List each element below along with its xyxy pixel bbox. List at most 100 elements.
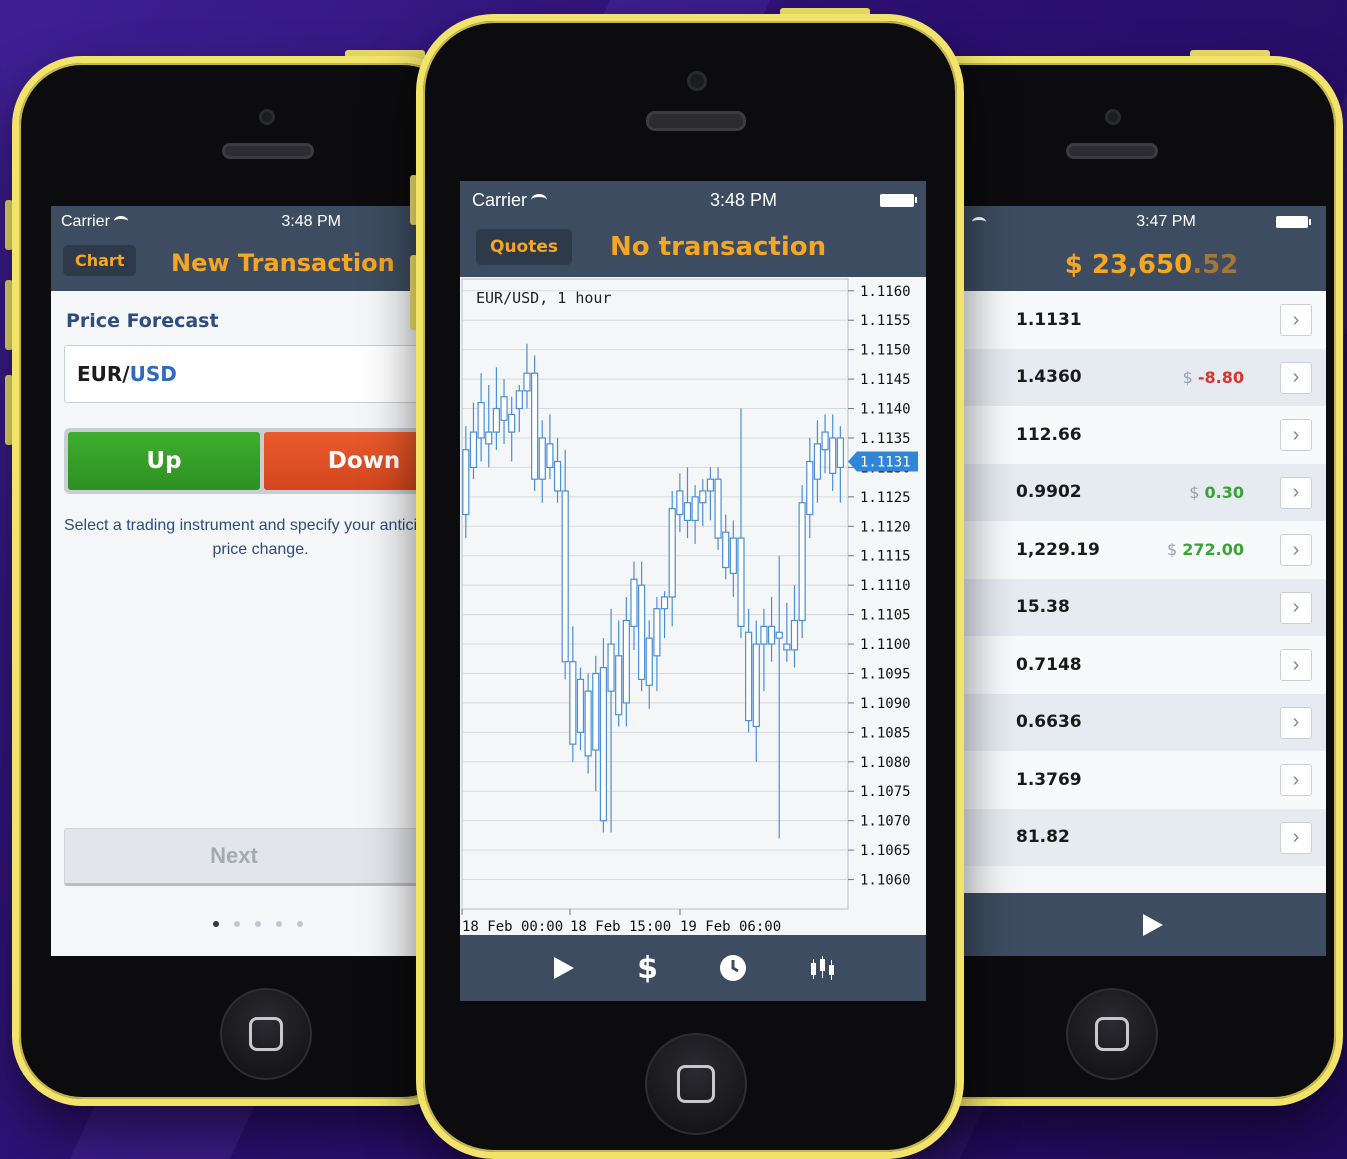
candle-body <box>783 643 791 651</box>
quote-pl: $ 0.30 <box>1189 483 1244 502</box>
page-dot <box>276 921 282 927</box>
play-icon[interactable] <box>550 955 576 981</box>
candle-body <box>729 537 737 574</box>
candle-body <box>653 608 661 657</box>
y-tick-label: 1.1125 <box>860 490 911 506</box>
plot-area <box>461 278 849 910</box>
candle-body <box>492 407 500 433</box>
row-detail-button[interactable]: › <box>1280 591 1312 624</box>
home-button[interactable] <box>645 1033 747 1135</box>
quote-price: 1.3769 <box>1016 769 1082 790</box>
quote-row[interactable]: 1,229.19 $ 272.00 › <box>922 521 1326 579</box>
row-detail-button[interactable]: › <box>1280 361 1312 394</box>
candle-body <box>691 496 699 522</box>
back-button-chart[interactable]: Chart <box>63 245 137 276</box>
earpiece-speaker <box>646 111 746 131</box>
row-detail-button[interactable]: › <box>1280 476 1312 509</box>
quote-row[interactable]: PY81.82› <box>922 808 1326 866</box>
front-camera <box>1105 109 1121 125</box>
candle-body <box>469 431 478 469</box>
right-screen: 3:47 PM $ 23,650.52 SD1.1131›SD1.4360$ -… <box>922 206 1326 956</box>
quote-row[interactable]: SD1.4360$ -8.80› <box>922 348 1326 406</box>
candles-icon[interactable] <box>808 954 836 982</box>
candle-body <box>538 437 546 480</box>
center-phone: Carrier 3:48 PM Quotes No transaction 1.… <box>416 14 964 1159</box>
candle-body <box>668 508 676 598</box>
row-detail-button[interactable]: › <box>1280 821 1312 854</box>
row-detail-button[interactable]: › <box>1280 534 1312 566</box>
bottom-toolbar: $ <box>460 935 926 1001</box>
candle-body <box>462 449 470 516</box>
candle-body <box>638 584 646 680</box>
quote-price: 112.66 <box>1016 424 1082 445</box>
page-dot-active <box>213 921 219 927</box>
y-tick-label: 1.1060 <box>860 873 911 889</box>
account-balance: $ 23,650.52 <box>1065 250 1239 280</box>
row-detail-button[interactable]: › <box>1280 706 1312 739</box>
home-icon <box>1095 1017 1129 1051</box>
row-detail-button[interactable]: › <box>1280 764 1312 796</box>
quote-price: 1.1131 <box>1016 309 1082 330</box>
candle-body <box>706 478 715 492</box>
candle-body <box>737 537 745 627</box>
y-tick-label: 1.1065 <box>860 843 911 859</box>
status-time: 3:48 PM <box>281 213 341 230</box>
y-tick-label: 1.1160 <box>860 284 911 300</box>
quote-row[interactable]: SD0.7148› <box>922 636 1326 694</box>
chevron-right-icon: › <box>1292 308 1300 331</box>
candlestick-chart[interactable]: 1.1160 1.1155 1.1150 1.1145 1.1140 1.1135 1.11… <box>460 277 926 935</box>
y-tick-label: 1.1150 <box>860 343 911 359</box>
balance-main: $ 23,650 <box>1064 249 1193 280</box>
y-tick-label: 1.1145 <box>860 372 911 388</box>
y-tick-label: 1.1090 <box>860 696 911 712</box>
up-button[interactable]: Up <box>68 432 260 490</box>
quote-row[interactable]: 15.38 › <box>922 578 1326 636</box>
chevron-right-icon: › <box>1292 538 1300 561</box>
play-icon[interactable] <box>1139 912 1165 938</box>
x-tick-label: 18 Feb 15:00 <box>570 919 671 935</box>
candle-body <box>798 502 806 622</box>
candle-body <box>592 672 600 751</box>
clock-icon[interactable] <box>719 954 747 982</box>
y-tick-label: 1.1095 <box>860 666 911 682</box>
row-detail-button[interactable]: › <box>1280 304 1312 336</box>
instrument-field[interactable]: EUR/USD <box>64 345 471 403</box>
quote-price: 1.4360 <box>1016 367 1082 388</box>
x-tick-label: 18 Feb 00:00 <box>462 919 563 935</box>
quote-row[interactable]: SD1.1131› <box>922 291 1326 349</box>
home-button[interactable] <box>1066 988 1158 1080</box>
home-button[interactable] <box>220 988 312 1080</box>
chart-label: EUR/USD, 1 hour <box>476 289 612 307</box>
instrument-quote: USD <box>129 362 177 386</box>
back-button-quotes[interactable]: Quotes <box>476 229 573 265</box>
candle-body <box>561 490 569 663</box>
candle-body <box>576 678 585 733</box>
next-button[interactable]: Next <box>64 828 471 886</box>
status-time: 3:48 PM <box>709 189 778 210</box>
candle-body <box>546 443 554 469</box>
chevron-right-icon: › <box>1292 366 1300 388</box>
row-detail-button[interactable]: › <box>1280 419 1312 451</box>
quote-row[interactable]: PY112.66› <box>922 406 1326 464</box>
chevron-right-icon: › <box>1292 711 1300 733</box>
candle-body <box>508 413 516 433</box>
candle-body <box>523 372 531 392</box>
candle-body <box>806 460 814 516</box>
page-dot <box>297 921 303 927</box>
price-chart[interactable]: 1.1160 1.1155 1.1150 1.1145 1.1140 1.1135 1.11… <box>460 277 926 935</box>
row-detail-button[interactable]: › <box>1280 649 1312 681</box>
nav-bar: Quotes No transaction <box>460 219 926 277</box>
quote-pl: $ 272.00 <box>1167 540 1244 559</box>
quote-row[interactable]: HF0.9902$ 0.30› <box>922 463 1326 521</box>
carrier: Carrier <box>61 213 128 231</box>
chevron-right-icon: › <box>1292 768 1300 791</box>
quote-row[interactable]: AD1.3769› <box>922 751 1326 809</box>
quote-pl-value: 0.30 <box>1204 482 1244 502</box>
current-price-label: 1.1131 <box>860 455 911 471</box>
status-bar: 3:47 PM <box>922 206 1326 238</box>
bottom-toolbar <box>922 893 1326 956</box>
quote-pl: $ -8.80 <box>1183 368 1244 387</box>
quote-row[interactable]: SD0.6636› <box>922 693 1326 751</box>
dollar-icon[interactable]: $ <box>637 951 658 986</box>
candle-body <box>813 443 822 480</box>
